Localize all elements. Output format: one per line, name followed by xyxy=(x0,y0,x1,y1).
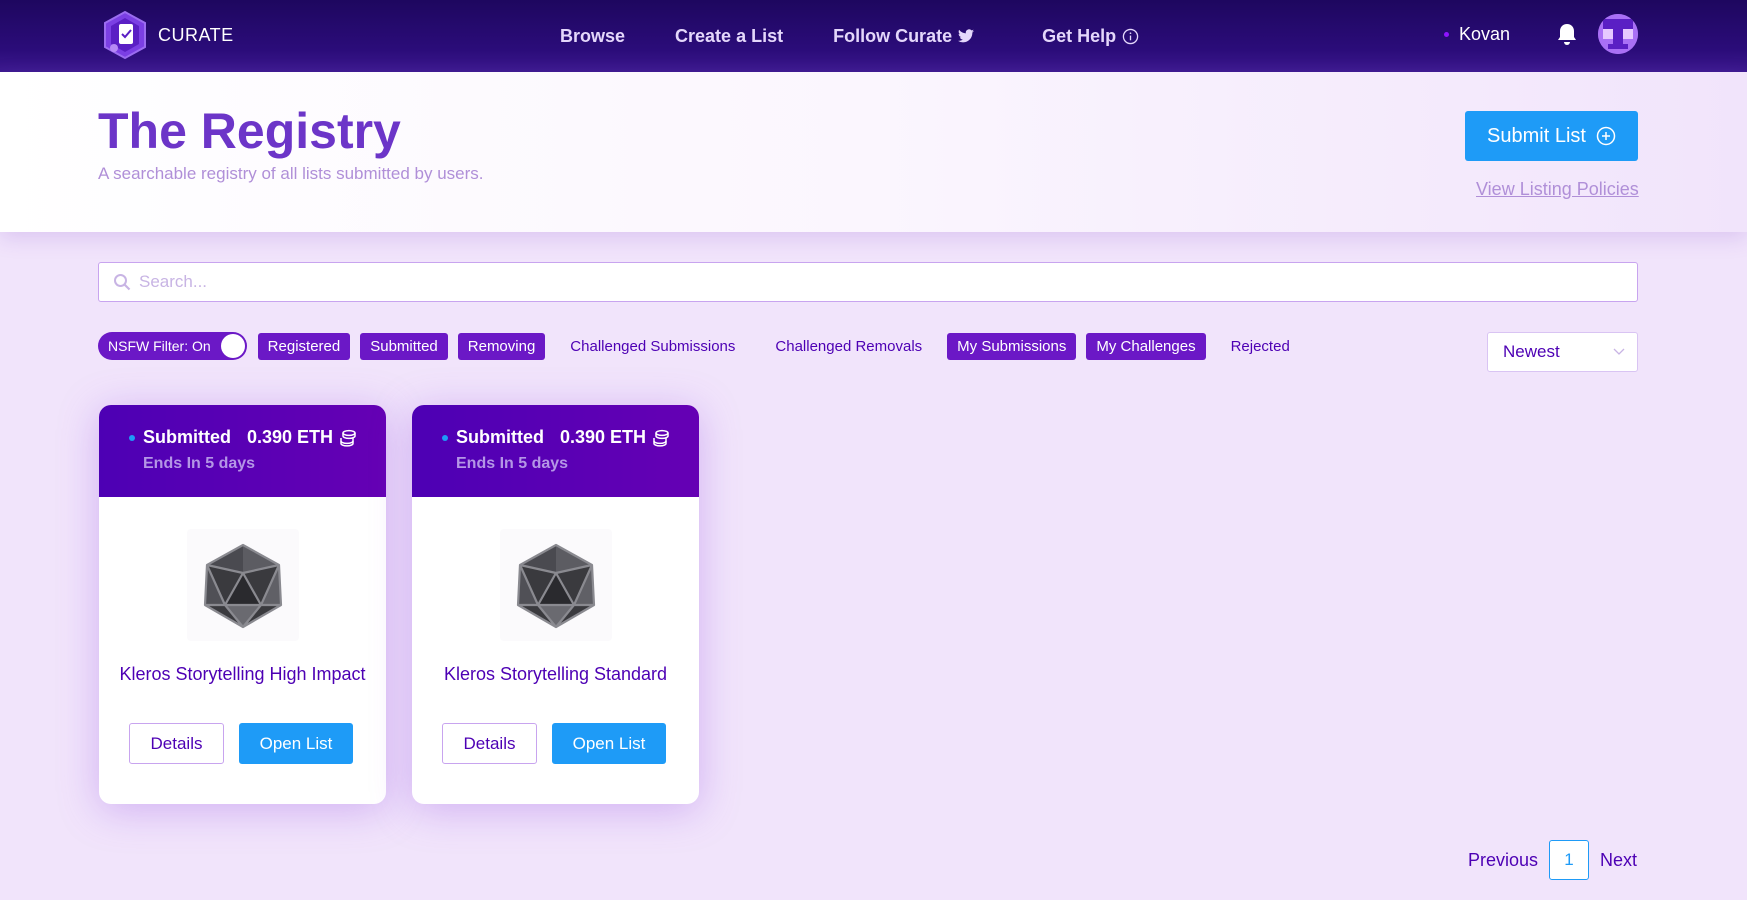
filter-tag-registered[interactable]: Registered xyxy=(257,332,351,360)
status-dot xyxy=(442,435,448,441)
nav-get-help-label: Get Help xyxy=(1042,25,1117,46)
user-avatar[interactable] xyxy=(1598,14,1638,54)
coins-icon xyxy=(653,429,669,447)
search-input[interactable] xyxy=(139,272,1619,292)
card-deposit: 0.390 ETH xyxy=(560,427,670,448)
list-card: Submitted 0.390 ETH Ends In 5 days Klero… xyxy=(99,405,386,804)
top-navbar: CURATE Browse Create a List Follow Curat… xyxy=(0,0,1747,72)
filter-tag-rejected[interactable]: Rejected xyxy=(1216,333,1305,360)
twitter-icon xyxy=(958,29,975,43)
card-deposit-value: 0.390 ETH xyxy=(560,427,647,447)
nav-follow-curate[interactable]: Follow Curate xyxy=(833,25,975,47)
nav-create-list[interactable]: Create a List xyxy=(675,26,783,47)
curate-logo[interactable]: CURATE xyxy=(102,10,234,60)
card-title: Kleros Storytelling High Impact xyxy=(119,664,366,684)
toggle-knob xyxy=(220,334,245,358)
card-header: Submitted 0.390 ETH Ends In 5 days xyxy=(412,405,699,497)
nav-links: Browse Create a List Follow Curate Get H… xyxy=(560,0,1189,72)
icosahedron-icon xyxy=(203,543,283,629)
next-page-button[interactable]: Next xyxy=(1600,850,1637,871)
details-button[interactable]: Details xyxy=(129,723,224,764)
submit-list-label: Submit List xyxy=(1487,124,1586,147)
page-subtitle: A searchable registry of all lists submi… xyxy=(98,164,484,183)
search-icon xyxy=(114,274,131,291)
details-button[interactable]: Details xyxy=(442,723,537,764)
card-status: Submitted xyxy=(143,427,231,447)
network-name: Kovan xyxy=(1459,24,1511,44)
curate-logo-icon xyxy=(104,10,146,60)
network-indicator[interactable]: Kovan xyxy=(1444,24,1510,45)
chevron-down-icon xyxy=(1613,348,1625,355)
page-number-button[interactable]: 1 xyxy=(1549,840,1590,880)
list-thumbnail xyxy=(500,529,612,641)
page-title: The Registry xyxy=(98,103,401,159)
open-list-button[interactable]: Open List xyxy=(552,723,666,764)
nav-create-list-label: Create a List xyxy=(675,25,784,46)
plus-circle-icon xyxy=(1596,126,1616,146)
bell-icon[interactable] xyxy=(1556,22,1578,46)
open-list-button[interactable]: Open List xyxy=(239,723,353,764)
card-header: Submitted 0.390 ETH Ends In 5 days xyxy=(99,405,386,497)
sort-selected-value: Newest xyxy=(1503,342,1560,361)
card-ends-in: Ends In 5 days xyxy=(456,455,569,472)
card-ends-in: Ends In 5 days xyxy=(143,455,256,472)
nav-get-help[interactable]: Get Help xyxy=(1042,26,1139,47)
identicon-icon xyxy=(1598,14,1638,54)
list-thumbnail xyxy=(187,529,299,641)
sort-select[interactable]: Newest xyxy=(1487,332,1638,372)
list-card: Submitted 0.390 ETH Ends In 5 days Klero… xyxy=(412,405,699,804)
filter-tag-challenged-submissions[interactable]: Challenged Submissions xyxy=(555,333,750,360)
nsfw-filter-label: NSFW Filter: On xyxy=(108,338,211,354)
logo-text: CURATE xyxy=(158,24,234,45)
pagination: Previous 1 Next xyxy=(1468,840,1637,880)
card-status: Submitted xyxy=(456,427,544,447)
nav-browse-label: Browse xyxy=(560,25,626,46)
icosahedron-icon xyxy=(516,543,596,629)
card-deposit: 0.390 ETH xyxy=(247,427,357,448)
info-icon xyxy=(1122,28,1139,44)
nav-follow-curate-label: Follow Curate xyxy=(833,25,953,46)
view-listing-policies-link[interactable]: View Listing Policies xyxy=(1476,179,1639,200)
filter-bar: NSFW Filter: On Registered Submitted Rem… xyxy=(98,332,1315,360)
coins-icon xyxy=(340,429,356,447)
filter-tag-removing[interactable]: Removing xyxy=(457,332,546,360)
search-bar xyxy=(98,262,1638,302)
status-dot xyxy=(129,435,135,441)
filter-tag-submitted[interactable]: Submitted xyxy=(360,332,448,360)
filter-tag-my-challenges[interactable]: My Challenges xyxy=(1086,332,1206,360)
filter-tag-my-submissions[interactable]: My Submissions xyxy=(947,332,1077,360)
page-header: The Registry A searchable registry of al… xyxy=(0,72,1747,232)
network-status-dot xyxy=(1444,32,1449,37)
card-title: Kleros Storytelling Standard xyxy=(443,664,668,684)
nsfw-filter-toggle[interactable]: NSFW Filter: On xyxy=(98,332,247,360)
previous-page-button[interactable]: Previous xyxy=(1468,850,1538,871)
filter-tag-challenged-removals[interactable]: Challenged Removals xyxy=(760,333,937,360)
nav-browse[interactable]: Browse xyxy=(560,26,625,47)
submit-list-button[interactable]: Submit List xyxy=(1465,111,1638,161)
card-deposit-value: 0.390 ETH xyxy=(247,427,334,447)
